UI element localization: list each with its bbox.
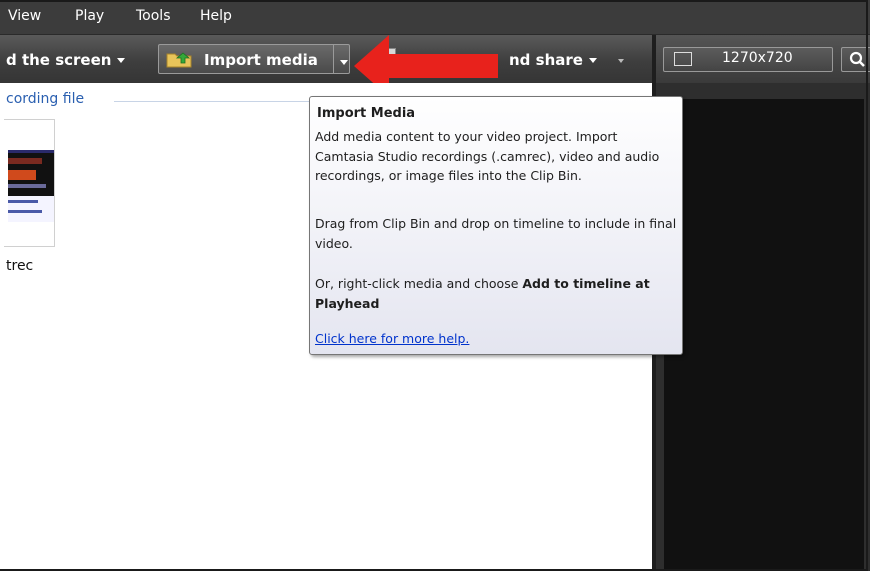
import-media-dropdown[interactable] xyxy=(333,44,350,74)
more-help-link[interactable]: Click here for more help. xyxy=(315,331,469,346)
toolbar-overflow-icon[interactable] xyxy=(618,59,624,63)
import-media-label: Import media xyxy=(204,51,318,69)
resize-icon xyxy=(674,52,692,66)
preview-canvas[interactable] xyxy=(664,99,864,569)
zoom-button[interactable] xyxy=(841,47,870,72)
produce-chevron-down-icon xyxy=(588,58,597,63)
recording-file-group-label: cording file xyxy=(6,91,89,107)
chevron-down-icon xyxy=(117,58,126,63)
clip-thumbnail-image xyxy=(8,150,54,222)
record-screen-button[interactable]: d the screen xyxy=(6,51,126,69)
group-divider xyxy=(114,101,312,102)
produce-share-button[interactable]: nd share xyxy=(509,51,597,69)
tooltip-paragraph-1: Add media content to your video project.… xyxy=(315,129,660,183)
dimensions-label: 1270x720 xyxy=(722,50,793,66)
clip-filename: trec xyxy=(6,258,34,274)
menu-view[interactable]: View xyxy=(8,8,41,24)
produce-share-label: nd share xyxy=(509,51,583,69)
record-screen-label: d the screen xyxy=(6,51,112,69)
menu-play[interactable]: Play xyxy=(75,8,104,24)
tooltip-title: Import Media xyxy=(317,106,416,121)
tooltip-paragraph-3: Or, right-click media and choose Add to … xyxy=(315,274,679,313)
folder-import-icon xyxy=(166,52,192,68)
tooltip-paragraph-2: Drag from Clip Bin and drop on timeline … xyxy=(315,216,677,251)
menu-tools[interactable]: Tools xyxy=(136,8,171,24)
import-media-tooltip: Import Media Add media content to your v… xyxy=(309,96,683,355)
menu-bar: View Play Tools Help xyxy=(0,0,870,35)
menu-help[interactable]: Help xyxy=(200,8,232,24)
search-icon xyxy=(849,51,865,67)
import-chevron-down-icon xyxy=(340,60,348,65)
tooltip-paragraph-3-text: Or, right-click media and choose xyxy=(315,276,523,291)
